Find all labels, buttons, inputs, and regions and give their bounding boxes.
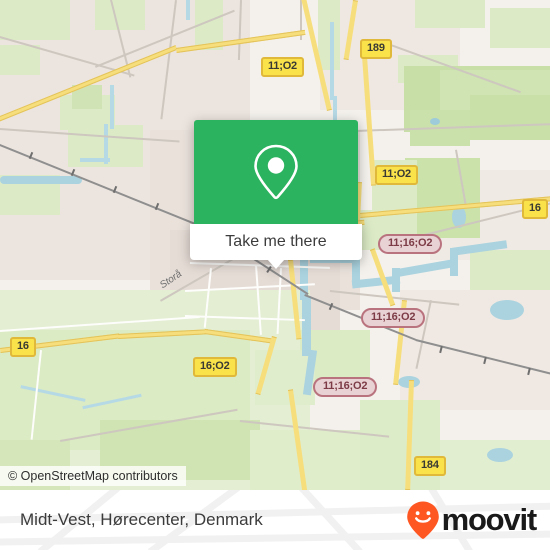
osm-attribution[interactable]: © OpenStreetMap contributors bbox=[0, 466, 186, 486]
map-water-stream bbox=[0, 176, 82, 184]
road-shield-11-o2-northwest: 11;O2 bbox=[261, 57, 304, 77]
map-water-lake bbox=[487, 448, 513, 462]
moovit-map-screenshot: Storå 11;O2 189 11;O2 16 11;16;O2 11;16;O2 11;… bbox=[0, 0, 550, 550]
moovit-smiley-pin-icon bbox=[406, 501, 439, 539]
popup-pointer bbox=[267, 259, 285, 269]
map-water-lake bbox=[490, 300, 524, 320]
location-popup-card[interactable]: Take me there bbox=[190, 120, 362, 269]
road-shield-11-o2-east: 11;O2 bbox=[375, 165, 418, 185]
road-shield-16-o2: 16;O2 bbox=[193, 357, 237, 377]
map-water-stream bbox=[330, 22, 334, 100]
road-shield-189: 189 bbox=[360, 39, 392, 59]
map-landuse-forest bbox=[470, 95, 550, 140]
take-me-there-label: Take me there bbox=[225, 233, 327, 250]
page-title: Midt-Vest, Hørecenter, Denmark bbox=[20, 510, 263, 529]
map-landuse-green bbox=[490, 8, 550, 48]
map-landuse-green bbox=[318, 0, 340, 70]
road-shield-11-16-o2-lower: 11;16;O2 bbox=[313, 377, 378, 397]
map-landuse-green bbox=[415, 0, 485, 28]
map-landuse-green bbox=[0, 45, 40, 75]
map-water-stream bbox=[110, 85, 114, 129]
road-shield-11-16-o2-upper: 11;16;O2 bbox=[378, 234, 443, 254]
map-water-stream bbox=[80, 158, 110, 162]
map-landuse-residential bbox=[400, 290, 550, 410]
map-pin-icon bbox=[194, 120, 358, 224]
footer-bar: Midt-Vest, Hørecenter, Denmark moovit bbox=[0, 490, 550, 550]
road-shield-16-west: 16 bbox=[10, 337, 36, 357]
map-landuse-green bbox=[0, 0, 70, 40]
moovit-logo[interactable]: moovit bbox=[406, 490, 538, 550]
map-landuse-green bbox=[95, 0, 145, 30]
road-shield-16-right-edge: 16 bbox=[522, 199, 548, 219]
popup-image-area bbox=[194, 120, 358, 224]
map-canvas[interactable]: Storå 11;O2 189 11;O2 16 11;16;O2 11;16;O2 11;… bbox=[0, 0, 550, 490]
map-water-river bbox=[302, 296, 311, 356]
moovit-wordmark: moovit bbox=[441, 502, 538, 537]
map-landuse-green bbox=[360, 400, 440, 490]
take-me-there-button[interactable]: Take me there bbox=[190, 224, 362, 269]
road-shield-184: 184 bbox=[414, 456, 446, 476]
map-water-stream bbox=[186, 0, 190, 20]
road-shield-11-16-o2-middle: 11;16;O2 bbox=[361, 308, 426, 328]
map-landuse-green bbox=[470, 250, 550, 290]
map-water-lake bbox=[430, 118, 440, 125]
